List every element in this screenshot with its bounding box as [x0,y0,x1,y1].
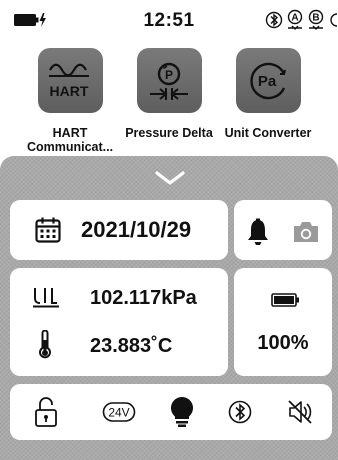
quick-toggles: 24V [10,384,332,440]
chevron-down-icon[interactable] [154,170,186,186]
unit-converter-tile-text: Pa [258,73,277,90]
hart-tile-text: HART [50,83,89,99]
hart-tile[interactable]: HART [37,48,103,113]
bluetooth-icon [228,400,252,424]
measurement-card[interactable]: 102.117kPa 23.883˚C [10,268,228,376]
thermometer-icon [39,330,51,359]
power-24v-toggle[interactable]: 24V [98,384,140,440]
pressure-delta-tile-text: P [165,68,173,82]
app-label: Pressure Delta [125,126,213,140]
camera-icon[interactable] [292,220,320,244]
bell-icon[interactable] [246,218,270,246]
battery-percent: 100% [257,332,309,354]
app-launcher: HART HART Communicat... P Pressure Delta… [0,48,338,158]
b-marker-icon: B [308,9,324,30]
pressure-value: 102.117kPa [90,287,197,309]
app-unit-converter[interactable]: Pa Unit Converter [218,48,318,140]
date-card[interactable]: 2021/10/29 [10,200,228,260]
temperature-value: 23.883˚C [90,335,173,357]
battery-icon [271,293,299,307]
bluetooth-toggle[interactable] [222,384,258,440]
a-marker-label: A [291,13,298,24]
app-label: HART Communicat... [26,126,114,154]
power-24v-label: 24V [108,406,129,420]
mute-icon [288,400,312,424]
pressure-delta-icon: P [150,62,188,100]
alert-camera-card [234,200,332,260]
app-label: Unit Converter [224,126,312,140]
status-bar: 12:51 A B [0,0,338,40]
sound-toggle[interactable] [282,384,318,440]
unit-converter-tile[interactable]: Pa [235,48,301,113]
refresh-icon [330,13,338,27]
unlock-icon [35,397,57,427]
pressure-gauge-icon [33,288,59,308]
hart-wave-icon: HART [49,63,89,99]
b-marker-label: B [312,13,319,24]
app-hart-communicator[interactable]: HART HART Communicat... [20,48,120,154]
bluetooth-icon [265,11,283,29]
unit-converter-icon: Pa [250,62,286,99]
status-icons: A B [265,9,338,31]
a-marker-icon: A [287,9,303,30]
bulb-icon [170,397,194,427]
date-value: 2021/10/29 [81,217,192,242]
control-panel: 2021/10/29 102.117kPa 23.883˚C 100% 24V [0,156,338,460]
unlock-toggle[interactable] [28,384,64,440]
light-toggle[interactable] [164,384,200,440]
app-pressure-delta[interactable]: P Pressure Delta [119,48,219,140]
power-24v-icon: 24V [102,402,136,422]
battery-card: 100% [234,268,332,376]
calendar-icon [35,217,61,243]
pressure-delta-tile[interactable]: P [136,48,202,113]
